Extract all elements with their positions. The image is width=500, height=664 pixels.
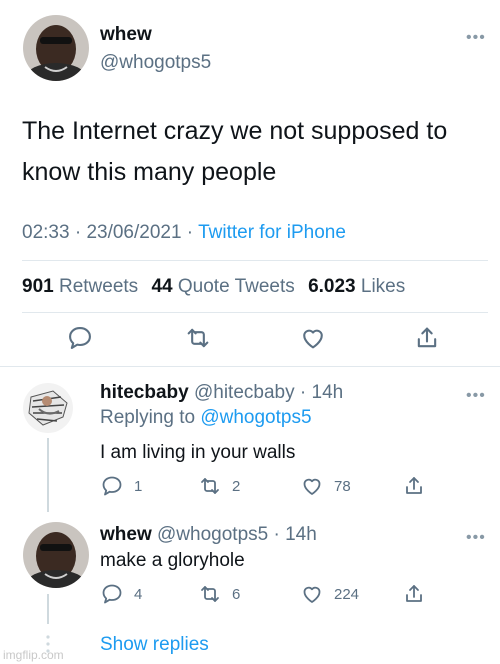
reply-age: 14h (311, 382, 344, 403)
reply-author-name[interactable]: whew (100, 524, 152, 545)
tweet-date: 23/06/2021 (86, 222, 182, 243)
tweet-time: 02:33 (22, 222, 70, 243)
retweet-icon (201, 586, 219, 602)
retweet-icon (201, 478, 219, 494)
retweets-stat[interactable]: 901 Retweets (22, 276, 138, 297)
reply-icon (102, 476, 122, 496)
reply-count: 1 (134, 477, 143, 495)
reply-action-bar: 1 2 78 (100, 474, 440, 500)
reply-retweet-button[interactable]: 6 (198, 582, 240, 606)
tweet-action-bar (0, 324, 500, 360)
replying-to-handle[interactable]: @whogotps5 (200, 407, 311, 428)
reply-icon (102, 584, 122, 604)
reply-count: 4 (134, 585, 143, 603)
reply-icon[interactable] (66, 324, 96, 354)
reply-header: hitecbaby @hitecbaby · 14h (100, 382, 343, 404)
meta-separator: · (294, 382, 312, 403)
more-icon[interactable]: ••• (466, 530, 486, 546)
like-count: 78 (334, 477, 351, 495)
more-icon[interactable]: ••• (466, 388, 486, 404)
tweet-source[interactable]: Twitter for iPhone (198, 222, 346, 243)
tweet-stats: 901 Retweets 44 Quote Tweets 6.023 Likes (22, 276, 405, 298)
retweet-count: 6 (232, 585, 241, 603)
more-icon[interactable]: ••• (466, 30, 486, 46)
quotes-stat[interactable]: 44 Quote Tweets (151, 276, 294, 297)
author-name[interactable]: whew (100, 24, 152, 46)
thread-line (47, 594, 49, 624)
meta-separator: · (69, 222, 87, 243)
share-icon (406, 477, 422, 494)
reply-like-button[interactable]: 224 (300, 582, 359, 606)
reply-share-button[interactable] (402, 582, 426, 606)
reply-header: whew @whogotps5 · 14h (100, 524, 317, 546)
reply-like-button[interactable]: 78 (300, 474, 351, 498)
reply-reply-button[interactable]: 1 (100, 474, 142, 498)
watermark: imgflip.com (3, 648, 64, 662)
reply-text: make a gloryhole (100, 550, 245, 571)
divider (22, 260, 488, 261)
reply-author-name[interactable]: hitecbaby (100, 382, 189, 403)
tweet-text: The Internet crazy we not supposed to kn… (22, 117, 448, 186)
likes-stat[interactable]: 6.023 Likes (308, 276, 405, 297)
reply-age: 14h (285, 524, 317, 545)
like-icon (303, 478, 321, 495)
retweet-count: 2 (232, 477, 241, 495)
reply-author-handle[interactable]: @hitecbaby (194, 382, 295, 403)
like-icon (303, 586, 321, 603)
share-icon (406, 585, 422, 602)
author-avatar[interactable] (23, 15, 89, 81)
show-replies-link[interactable]: Show replies (100, 634, 209, 656)
reply-author-handle[interactable]: @whogotps5 (157, 524, 268, 545)
author-handle[interactable]: @whogotps5 (100, 52, 211, 74)
like-icon[interactable] (299, 324, 329, 354)
reply-avatar[interactable] (23, 522, 89, 588)
meta-separator: · (268, 524, 286, 545)
reply-share-button[interactable] (402, 474, 426, 498)
reply-reply-button[interactable]: 4 (100, 582, 142, 606)
like-count: 224 (334, 585, 360, 603)
meta-separator: · (181, 222, 199, 243)
share-icon[interactable] (413, 324, 443, 354)
reply-avatar[interactable] (23, 383, 73, 433)
replying-to: Replying to @whogotps5 (100, 407, 312, 428)
reply-action-bar: 4 6 224 (100, 582, 440, 608)
reply-text: I am living in your walls (100, 442, 296, 463)
divider (22, 312, 488, 313)
retweet-icon[interactable] (184, 324, 214, 354)
thread-line (47, 438, 49, 512)
divider (0, 366, 500, 367)
tweet-meta: 02:33 · 23/06/2021 · Twitter for iPhone (22, 222, 346, 244)
reply-retweet-button[interactable]: 2 (198, 474, 240, 498)
